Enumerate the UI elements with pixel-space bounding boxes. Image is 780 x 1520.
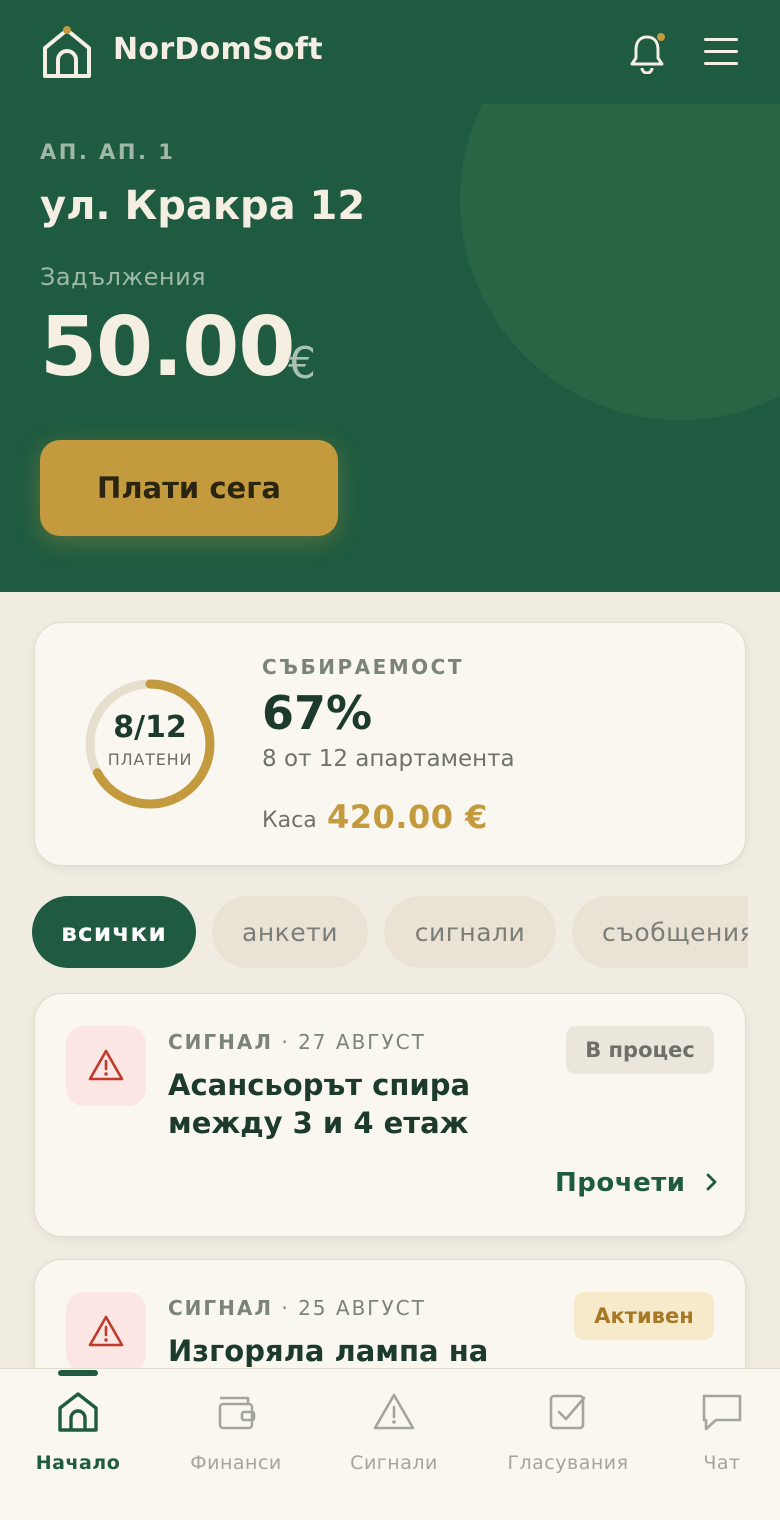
collection-percent: 67% — [262, 686, 373, 740]
feed-meta: СИГНАЛ · 25 АВГУСТ — [168, 1296, 426, 1320]
warning-triangle-icon — [88, 1315, 124, 1347]
pay-now-button[interactable]: Плати сега — [40, 440, 338, 536]
status-badge: Активен — [574, 1292, 714, 1340]
feed-meta: СИГНАЛ · 27 АВГУСТ — [168, 1030, 426, 1054]
house-icon[interactable] — [40, 26, 94, 80]
nav-label: Гласувания — [507, 1452, 629, 1474]
warning-triangle-icon — [373, 1393, 415, 1430]
filter-chip-all[interactable]: всички — [32, 896, 196, 968]
filter-chip-signals[interactable]: сигнали — [384, 896, 556, 968]
nav-item-finances[interactable]: Финанси — [176, 1390, 296, 1474]
home-icon — [58, 1392, 98, 1432]
filter-chip-polls[interactable]: анкети — [212, 896, 368, 968]
nav-item-voting[interactable]: Гласувания — [498, 1390, 638, 1474]
wallet-icon — [218, 1396, 256, 1430]
chat-bubble-icon — [702, 1394, 742, 1431]
collection-title: СЪБИРАЕМОСТ — [262, 655, 464, 679]
nav-label: Финанси — [190, 1452, 282, 1474]
ring-count: 8/12 — [113, 710, 187, 745]
bell-icon[interactable] — [628, 32, 666, 74]
chevron-right-icon — [706, 1173, 717, 1191]
debt-label: Задължения — [40, 263, 207, 291]
apartment-address: ул. Кракра 12 — [40, 183, 366, 229]
hamburger-menu-icon[interactable] — [704, 38, 738, 66]
feed-title: Асансьорът спира между 3 и 4 етаж — [168, 1068, 471, 1140]
cash-value: 420.00 € — [327, 798, 488, 836]
brand-name: NorDomSoft — [113, 32, 323, 67]
collection-subtitle: 8 от 12 апартамента — [262, 746, 515, 772]
active-tab-indicator — [58, 1370, 98, 1376]
feed-type: СИГНАЛ — [168, 1296, 273, 1320]
feed-type: СИГНАЛ — [168, 1030, 273, 1054]
read-more-label: Прочети — [555, 1168, 686, 1198]
nav-item-signals[interactable]: Сигнали — [334, 1390, 454, 1474]
debt-currency: € — [288, 338, 316, 389]
cash-label: Каса — [262, 808, 317, 833]
debt-amount: 50.00 — [40, 300, 295, 395]
feed-title: Изгоряла лампа на — [168, 1334, 489, 1368]
filter-chip-messages[interactable]: съобщения — [572, 896, 748, 968]
feed-date: 27 АВГУСТ — [298, 1030, 426, 1054]
nav-label: Начало — [35, 1452, 121, 1474]
warning-triangle-icon — [88, 1049, 124, 1081]
nav-label: Чат — [703, 1452, 741, 1474]
ring-label: ПЛАТЕНИ — [107, 750, 193, 769]
alert-icon-box — [66, 1026, 146, 1106]
nav-label: Сигнали — [350, 1452, 438, 1474]
filter-chips: всички анкети сигнали съобщения — [32, 896, 748, 968]
apartment-label: АП. АП. 1 — [40, 140, 176, 164]
checkbox-icon — [549, 1394, 586, 1430]
feed-date: 25 АВГУСТ — [298, 1296, 426, 1320]
alert-icon-box — [66, 1292, 146, 1372]
read-more-link[interactable]: Прочети — [555, 1168, 721, 1198]
status-badge: В процес — [566, 1026, 714, 1074]
nav-item-chat[interactable]: Чат — [672, 1390, 772, 1474]
nav-item-home[interactable]: Начало — [18, 1390, 138, 1474]
notification-dot — [657, 33, 665, 41]
